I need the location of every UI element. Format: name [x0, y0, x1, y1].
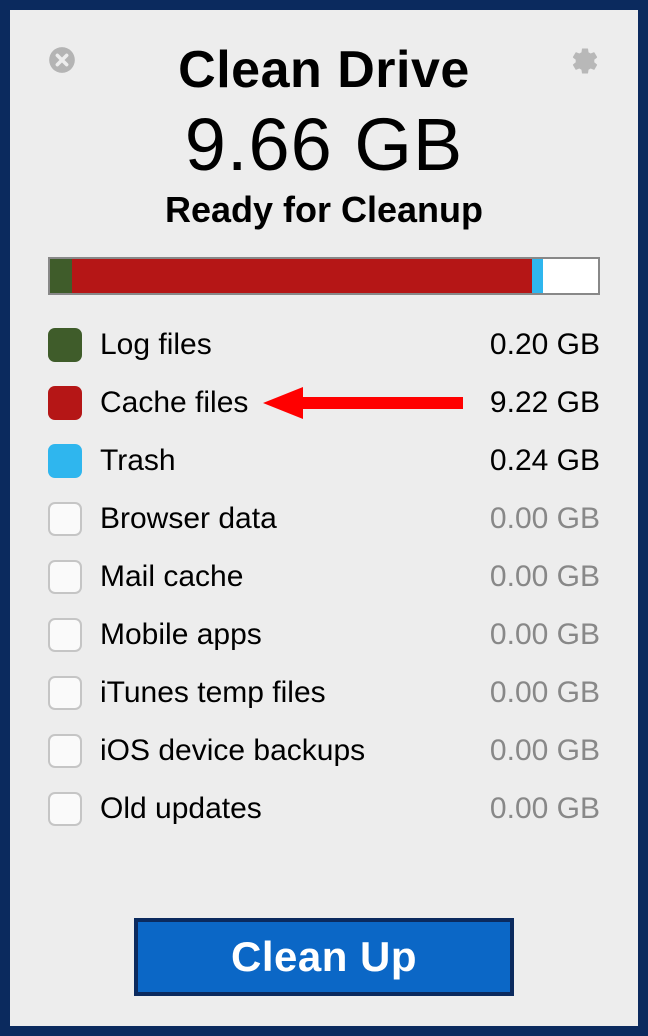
item-size: 9.22 GB [460, 386, 600, 420]
item-size: 0.00 GB [460, 560, 600, 594]
item-checkbox[interactable] [48, 502, 82, 536]
gear-icon[interactable] [570, 46, 600, 76]
list-item[interactable]: Mail cache0.00 GB [48, 557, 600, 597]
item-size: 0.24 GB [460, 444, 600, 478]
item-label: Cache files [100, 386, 460, 420]
clean-drive-window: Clean Drive 9.66 GB Ready for Cleanup Lo… [0, 0, 648, 1036]
item-list: Log files0.20 GBCache files9.22 GBTrash0… [48, 325, 600, 829]
usage-bar [48, 257, 600, 295]
status-subtitle: Ready for Cleanup [48, 189, 600, 231]
item-size: 0.00 GB [460, 618, 600, 652]
usage-bar-segment [50, 259, 72, 293]
list-item[interactable]: Cache files9.22 GB [48, 383, 600, 423]
cleanup-button[interactable]: Clean Up [134, 918, 514, 996]
close-icon[interactable] [48, 46, 76, 74]
item-label: Browser data [100, 502, 460, 536]
item-checkbox[interactable] [48, 792, 82, 826]
list-item[interactable]: Log files0.20 GB [48, 325, 600, 365]
list-item[interactable]: Old updates0.00 GB [48, 789, 600, 829]
item-size: 0.00 GB [460, 792, 600, 826]
item-label: Trash [100, 444, 460, 478]
list-item[interactable]: Browser data0.00 GB [48, 499, 600, 539]
total-size: 9.66 GB [48, 102, 600, 187]
usage-bar-segment [72, 259, 532, 293]
item-checkbox[interactable] [48, 734, 82, 768]
usage-bar-segment [532, 259, 543, 293]
app-title: Clean Drive [48, 40, 600, 100]
item-checkbox[interactable] [48, 560, 82, 594]
item-size: 0.00 GB [460, 734, 600, 768]
item-checkbox[interactable] [48, 444, 82, 478]
usage-bar-segment [543, 259, 598, 293]
list-item[interactable]: Trash0.24 GB [48, 441, 600, 481]
cleanup-button-label: Clean Up [231, 933, 417, 981]
item-checkbox[interactable] [48, 676, 82, 710]
item-checkbox[interactable] [48, 618, 82, 652]
item-label: Old updates [100, 792, 460, 826]
item-size: 0.00 GB [460, 502, 600, 536]
list-item[interactable]: iOS device backups0.00 GB [48, 731, 600, 771]
list-item[interactable]: Mobile apps0.00 GB [48, 615, 600, 655]
item-label: iOS device backups [100, 734, 460, 768]
item-size: 0.00 GB [460, 676, 600, 710]
item-label: Mail cache [100, 560, 460, 594]
header: Clean Drive 9.66 GB Ready for Cleanup [48, 40, 600, 231]
item-label: Mobile apps [100, 618, 460, 652]
item-label: iTunes temp files [100, 676, 460, 710]
item-checkbox[interactable] [48, 328, 82, 362]
item-checkbox[interactable] [48, 386, 82, 420]
item-size: 0.20 GB [460, 328, 600, 362]
list-item[interactable]: iTunes temp files0.00 GB [48, 673, 600, 713]
item-label: Log files [100, 328, 460, 362]
